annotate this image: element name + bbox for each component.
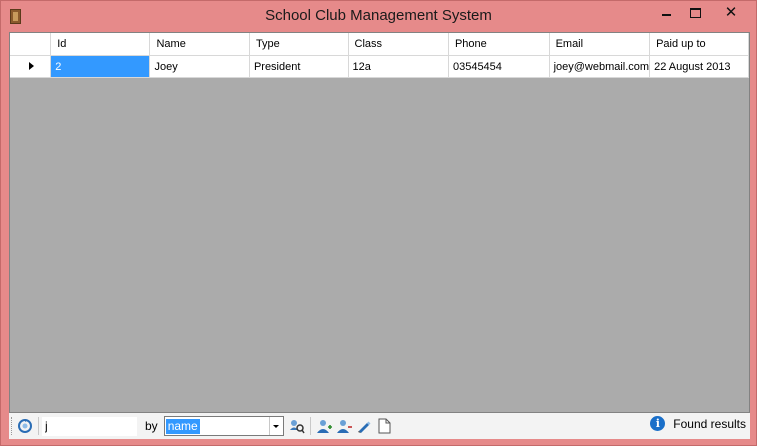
column-header-email[interactable]: Email: [549, 33, 651, 56]
cell-email[interactable]: joey@webmail.com: [549, 55, 651, 78]
toolbar-separator: [309, 417, 311, 435]
refresh-icon: [18, 419, 32, 433]
current-row-arrow-icon: [28, 61, 34, 70]
column-header-type[interactable]: Type: [249, 33, 349, 56]
refresh-button[interactable]: [15, 416, 35, 436]
minimize-icon: [662, 13, 671, 16]
add-user-icon: [316, 420, 332, 433]
cell-class[interactable]: 12a: [348, 55, 449, 78]
edit-button[interactable]: [354, 416, 374, 436]
new-document-icon: [378, 418, 391, 434]
bottom-toolbar: by name: [9, 413, 750, 439]
search-input[interactable]: [42, 416, 137, 436]
client-area: Id Name Type Class Phone Email Paid up t…: [9, 32, 750, 439]
search-field-value: name: [165, 418, 200, 434]
maximize-button[interactable]: [681, 1, 710, 24]
cell-type[interactable]: President: [249, 55, 349, 78]
app-window: School Club Management System ✕ Id Name …: [0, 0, 757, 446]
search-users-icon: [289, 420, 305, 434]
cell-paid-up-to[interactable]: 22 August 2013: [649, 55, 749, 78]
info-icon: i: [650, 416, 666, 431]
maximize-icon: [690, 7, 701, 18]
column-header-paid-up-to[interactable]: Paid up to: [649, 33, 749, 56]
search-by-label: by: [145, 419, 158, 433]
search-field-select[interactable]: name: [163, 416, 284, 436]
table-row[interactable]: 2 Joey President 12a 03545454 joey@webma…: [10, 55, 749, 78]
members-table: Id Name Type Class Phone Email Paid up t…: [10, 33, 749, 78]
remove-user-button[interactable]: [334, 416, 354, 436]
members-data-grid[interactable]: Id Name Type Class Phone Email Paid up t…: [9, 32, 750, 413]
column-header-name[interactable]: Name: [149, 33, 250, 56]
window-title: School Club Management System: [265, 7, 492, 24]
status-text: Found results: [673, 416, 746, 431]
close-button[interactable]: ✕: [708, 1, 754, 24]
new-document-button[interactable]: [374, 416, 394, 436]
row-header[interactable]: [10, 55, 52, 78]
add-user-button[interactable]: [314, 416, 334, 436]
close-icon: ✕: [724, 3, 738, 21]
edit-icon: [357, 421, 371, 433]
row-header-corner[interactable]: [10, 33, 52, 56]
cell-name[interactable]: Joey: [149, 55, 250, 78]
column-header-class[interactable]: Class: [348, 33, 449, 56]
column-header-phone[interactable]: Phone: [448, 33, 550, 56]
cell-phone[interactable]: 03545454: [448, 55, 550, 78]
toolbar-separator: [38, 417, 39, 435]
column-header-id[interactable]: Id: [50, 33, 151, 56]
search-users-button[interactable]: [287, 416, 307, 436]
status-area: i Found results: [650, 416, 746, 431]
minimize-button[interactable]: [652, 1, 681, 24]
remove-user-icon: [336, 420, 352, 433]
chevron-down-icon[interactable]: [268, 417, 283, 435]
cell-id[interactable]: 2: [50, 55, 151, 78]
title-bar[interactable]: School Club Management System ✕: [1, 1, 756, 32]
